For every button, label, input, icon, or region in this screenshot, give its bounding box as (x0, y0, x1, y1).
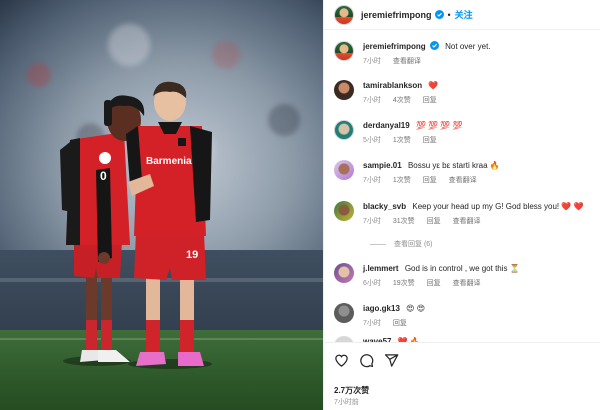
comment-time: 7小时 (363, 97, 381, 104)
comment-time: 7小时 (363, 58, 381, 65)
comment-text: blacky_svb Keep your head up my G! God b… (363, 201, 596, 212)
comment-body: Bossu yε bε starti kraa 🔥 (407, 161, 500, 170)
comment-username[interactable]: jeremiefrimpong (363, 42, 426, 51)
commenter-avatar[interactable] (334, 303, 354, 323)
comment-item: blacky_svb Keep your head up my G! God b… (334, 201, 596, 226)
svg-text:19: 19 (186, 249, 198, 261)
comment-meta: 5小时 1次赞 回复 (363, 135, 596, 145)
reply-link[interactable]: 回复 (427, 280, 441, 287)
action-bar (334, 353, 399, 368)
comment-item: tamirablankson ❤️ 7小时 4次赞 回复 (334, 80, 596, 105)
comment-like-count[interactable]: 1次赞 (393, 177, 411, 184)
translate-link[interactable]: 查看翻译 (453, 280, 481, 287)
comment-bubble-icon[interactable] (359, 353, 374, 368)
follow-button[interactable]: 关注 (455, 8, 473, 21)
view-replies-label[interactable]: 查看回复 (6) (394, 239, 433, 249)
like-count[interactable]: 2.7万次赞 (334, 385, 369, 396)
like-heart-icon[interactable] (334, 353, 349, 368)
commenter-avatar[interactable] (334, 201, 354, 221)
comment-like-count[interactable]: 19次赞 (393, 280, 415, 287)
commenter-avatar[interactable] (334, 263, 354, 283)
comment-body: ❤️ (428, 81, 439, 90)
verified-badge-icon (429, 41, 439, 50)
comment-text: sampie.01 Bossu yε bε starti kraa 🔥 (363, 160, 596, 171)
comment-username[interactable]: iago.gk13 (363, 304, 400, 313)
comment-like-count[interactable]: 31次赞 (393, 218, 415, 225)
players-illustration: 0 19 Barmenia (60, 81, 212, 369)
svg-text:0: 0 (100, 169, 107, 183)
comment-meta: 7小时 4次赞 回复 (363, 95, 596, 105)
comment-username[interactable]: tamirablankson (363, 81, 422, 90)
comment-text: derdanyal19 💯 💯 💯 💯 (363, 120, 596, 131)
comment-body: Keep your head up my G! God bless you! ❤… (412, 202, 584, 211)
caption-text: jeremiefrimpong Not over yet. (363, 41, 596, 52)
separator-dot: • (447, 9, 451, 20)
comment-text: iago.gk13 😍 😍 (363, 303, 596, 314)
comment-username[interactable]: derdanyal19 (363, 121, 410, 130)
reply-link[interactable]: 回复 (427, 218, 441, 225)
comment-username[interactable]: j.lemmert (363, 264, 399, 273)
translate-link[interactable]: 查看翻译 (393, 58, 421, 65)
comment-body: Not over yet. (445, 42, 491, 51)
comments-list[interactable]: jeremiefrimpong Not over yet. 7小时 查看翻译 t… (324, 30, 600, 342)
comment-time: 7小时 (363, 177, 381, 184)
comment-body: 💯 💯 💯 💯 (415, 121, 463, 130)
author-username[interactable]: jeremiefrimpong (361, 10, 432, 20)
reply-link[interactable]: 回复 (423, 97, 437, 104)
comment-body: 😍 😍 (406, 304, 426, 313)
share-paper-plane-icon[interactable] (384, 353, 399, 368)
commenter-avatar[interactable] (334, 160, 354, 180)
comment-meta: 7小时 查看翻译 (363, 56, 596, 66)
comment-item: j.lemmert God is in control , we got thi… (334, 263, 596, 288)
jersey-sponsor: Barmenia (146, 156, 192, 167)
comment-meta: 6小时 19次赞 回复 查看翻译 (363, 278, 596, 288)
comment-item: sampie.01 Bossu yε bε starti kraa 🔥 7小时 … (334, 160, 596, 185)
post-timestamp: 7小时前 (334, 399, 359, 406)
caption-avatar[interactable] (334, 41, 354, 61)
commenter-avatar[interactable] (334, 80, 354, 100)
reply-link[interactable]: 回复 (423, 137, 437, 144)
comment-meta: 7小时 31次赞 回复 查看翻译 (363, 216, 596, 226)
reply-link[interactable]: 回复 (423, 177, 437, 184)
reply-link[interactable]: 回复 (393, 320, 407, 327)
comment-like-count[interactable]: 1次赞 (393, 137, 411, 144)
post-footer: 2.7万次赞 7小时前 (324, 342, 600, 410)
comment-username[interactable]: blacky_svb (363, 202, 406, 211)
comment-username[interactable]: sampie.01 (363, 161, 402, 170)
caption-item: jeremiefrimpong Not over yet. 7小时 查看翻译 (334, 41, 596, 66)
translate-link[interactable]: 查看翻译 (453, 218, 481, 225)
post-detail-panel: jeremiefrimpong • 关注 jeremiefrimpong Not… (323, 0, 600, 410)
post-photo[interactable]: 0 19 Barmenia (0, 0, 323, 410)
comment-like-count[interactable]: 4次赞 (393, 97, 411, 104)
verified-badge-icon (434, 10, 444, 19)
comment-meta: 7小时 回复 (363, 318, 596, 328)
comment-time: 7小时 (363, 320, 381, 327)
comment-body: God is in control , we got this ⏳ (404, 264, 520, 273)
comment-item: derdanyal19 💯 💯 💯 💯 5小时 1次赞 回复 (334, 120, 596, 145)
comment-time: 7小时 (363, 218, 381, 225)
view-replies-toggle[interactable]: 查看回复 (6) (370, 239, 433, 249)
translate-link[interactable]: 查看翻译 (449, 177, 477, 184)
author-avatar[interactable] (334, 4, 354, 25)
comment-item: iago.gk13 😍 😍 7小时 回复 (334, 303, 596, 328)
comment-time: 5小时 (363, 137, 381, 144)
replies-dash (370, 243, 386, 245)
comment-text: j.lemmert God is in control , we got thi… (363, 263, 596, 274)
comment-meta: 7小时 1次赞 回复 查看翻译 (363, 175, 596, 185)
comment-text: tamirablankson ❤️ (363, 80, 596, 91)
commenter-avatar[interactable] (334, 120, 354, 140)
post-header: jeremiefrimpong • 关注 (324, 0, 600, 30)
comment-time: 6小时 (363, 280, 381, 287)
